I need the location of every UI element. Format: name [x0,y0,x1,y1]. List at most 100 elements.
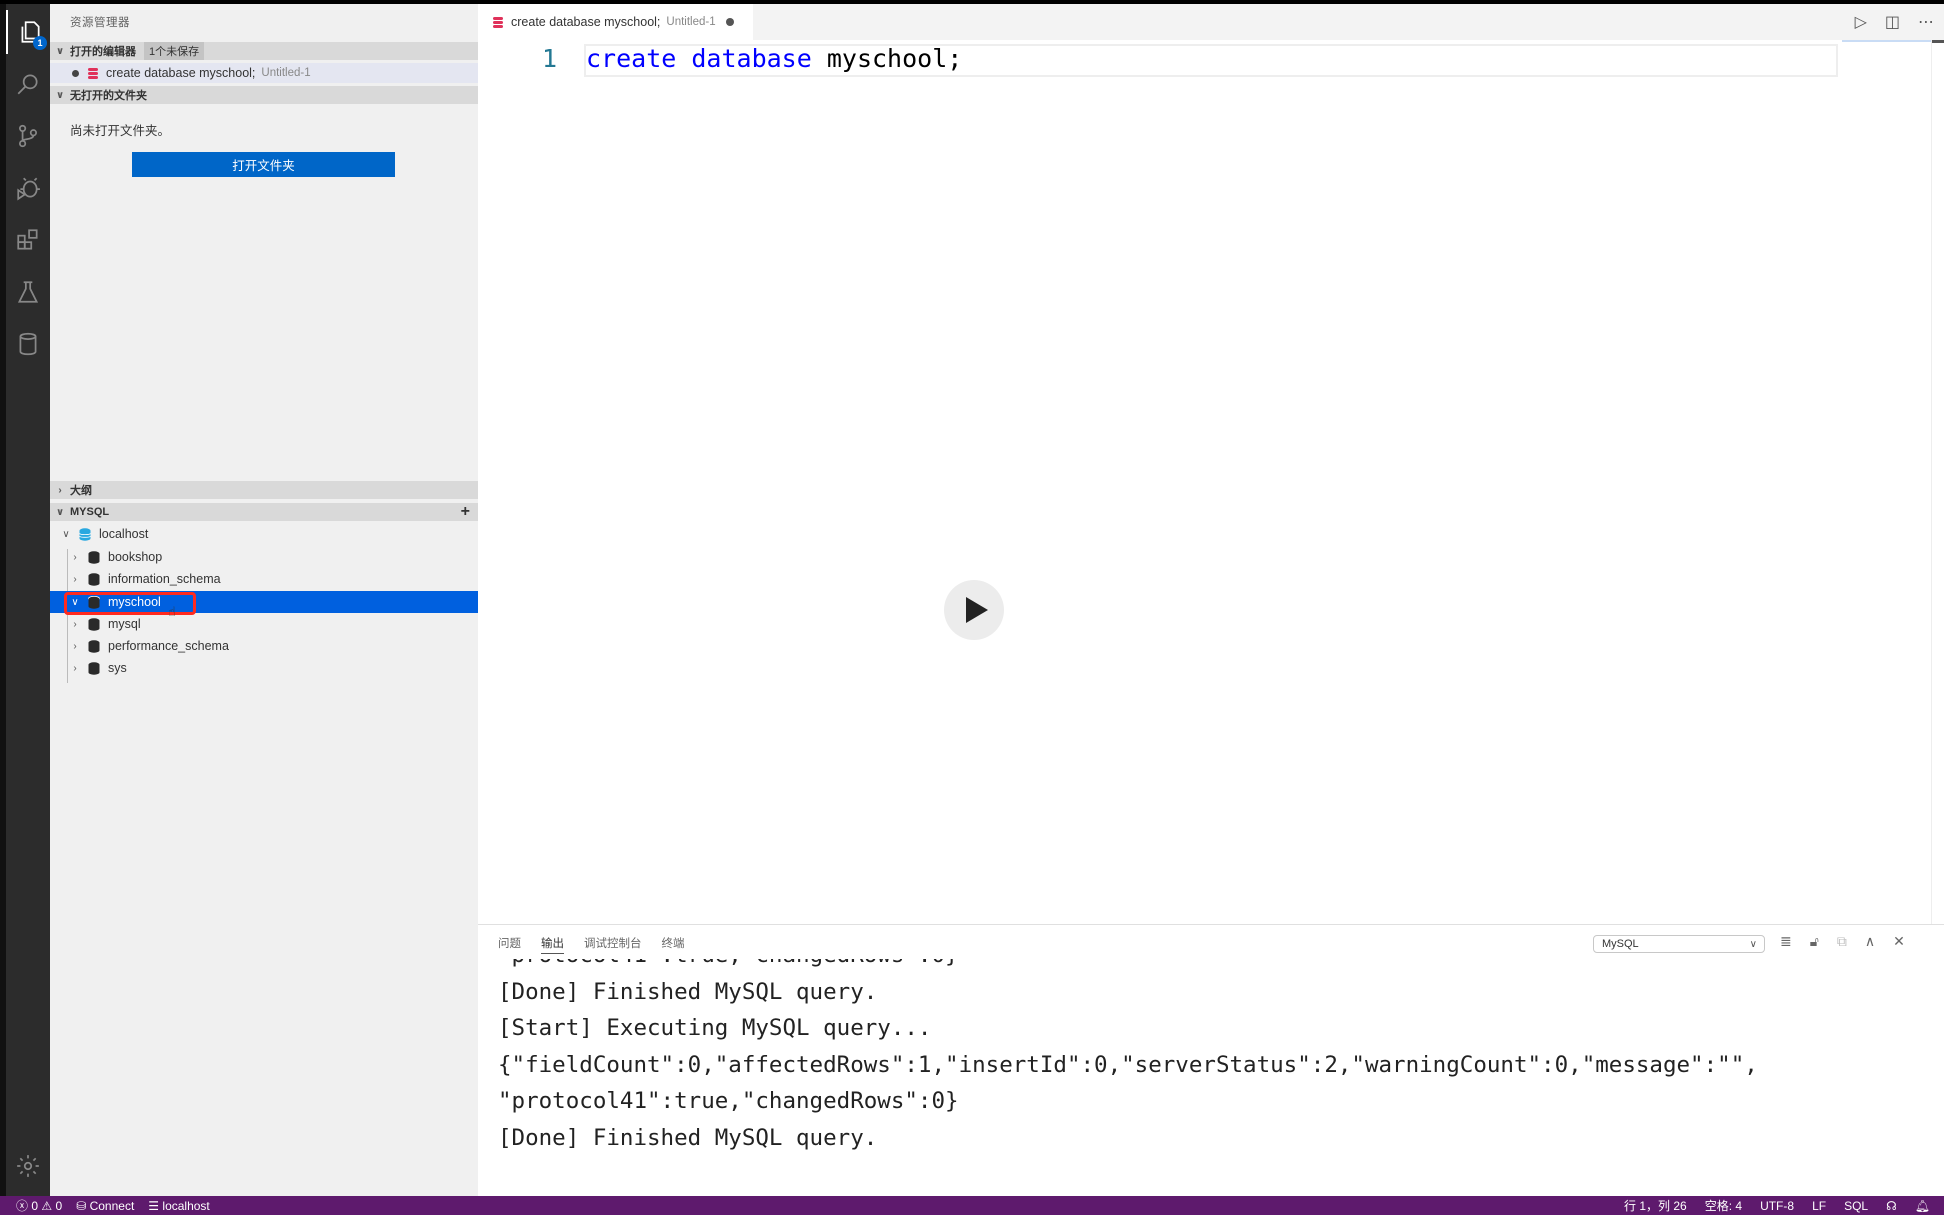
server-icon [79,527,91,541]
activity-extensions[interactable] [6,218,50,262]
output-line: "protocol41":true,"changedRows":0} [498,959,1928,974]
more-actions-icon[interactable]: ⋯ [1918,12,1934,32]
panel-tab-terminal[interactable]: 终端 [662,935,685,954]
open-in-editor-icon[interactable]: ⧉ [1837,933,1847,950]
maximize-panel-icon[interactable]: ∧ [1865,933,1875,950]
output-channel-value: MySQL [1602,938,1639,950]
lock-scroll-icon[interactable]: 🔓︎ [1810,933,1819,950]
code-editor[interactable]: 1 create database myschool; [478,40,1944,924]
tree-db-sys[interactable]: › sys [50,657,496,679]
tab-title: create database myschool; [511,15,661,29]
database-label: sys [108,661,127,675]
output-content[interactable]: "protocol41":true,"changedRows":0} [Done… [498,959,1928,1193]
play-icon [965,597,988,623]
code-line[interactable]: create database myschool; [586,44,962,73]
open-editor-item[interactable]: create database myschool; Untitled-1 [50,63,478,83]
editor-scrollbar[interactable] [1931,40,1944,924]
tree-db-bookshop[interactable]: › bookshop [50,546,496,568]
video-play-button[interactable] [944,580,1004,640]
panel-actions: ≣ 🔓︎ ⧉ ∧ ✕ [1780,933,1905,950]
problems-status[interactable]: ⓧ 0 ⚠ 0 [16,1197,62,1214]
activity-settings[interactable] [6,1144,50,1188]
connect-status[interactable]: ⛁ Connect [76,1199,134,1213]
status-bar: ⓧ 0 ⚠ 0 ⛁ Connect ☰ localhost 行 1，列 26 空… [0,1196,1944,1215]
open-folder-button[interactable]: 打开文件夹 [132,152,395,177]
chevron-right-icon: › [73,662,77,674]
chevron-down-icon: ∨ [1749,938,1757,950]
open-editors-label: 打开的编辑器 [70,46,136,58]
activity-testing[interactable] [6,270,50,314]
unsaved-badge: 1个未保存 [144,42,205,60]
panel-tab-debug-console[interactable]: 调试控制台 [584,935,642,954]
split-editor-icon[interactable]: ◫ [1885,12,1900,32]
database-label: bookshop [108,550,163,564]
bell-icon[interactable]: 🔔︎ [1915,1199,1930,1213]
activity-source-control[interactable] [6,114,50,158]
encoding[interactable]: UTF-8 [1760,1199,1794,1213]
chevron-right-icon: › [73,551,77,563]
open-editors-header[interactable]: ∨ 打开的编辑器 1个未保存 [50,42,478,60]
indentation[interactable]: 空格: 4 [1705,1197,1742,1214]
cursor-position[interactable]: 行 1，列 26 [1624,1197,1687,1214]
activity-debug[interactable] [6,166,50,210]
debug-icon [17,177,40,201]
clear-output-icon[interactable]: ≣ [1780,933,1792,950]
activity-search[interactable] [6,62,50,106]
chevron-right-icon: › [73,640,77,652]
sidebar-title: 资源管理器 [70,17,130,29]
dirty-dot-icon[interactable] [725,18,734,26]
connection-label: localhost [99,527,149,541]
editor-tab[interactable]: create database myschool; Untitled-1 [478,4,753,40]
server-icon: ☰ [148,1198,160,1213]
activity-database[interactable] [6,322,50,366]
no-folder-message: 尚未打开文件夹。 [70,124,171,138]
error-icon: ⓧ [16,1199,29,1213]
output-line: {"fieldCount":0,"affectedRows":1,"insert… [498,1051,1758,1078]
chevron-down-icon: ∨ [55,89,65,101]
scrollbar-thumb[interactable] [1932,40,1944,43]
database-icon [88,572,100,586]
run-icon[interactable]: ▷ [1855,12,1867,32]
dirty-dot-icon[interactable] [72,69,79,77]
add-connection-button[interactable]: + [461,503,470,521]
code-keyword: create [586,44,677,73]
output-line: [Done] Finished MySQL query. [498,1124,878,1151]
chevron-down-icon: ∨ [55,45,65,57]
sql-file-icon [493,16,503,28]
explorer-badge: 1 [33,36,47,50]
activity-explorer[interactable]: 1 [6,10,52,54]
output-panel: 问题 输出 调试控制台 终端 MySQL ∨ ≣ 🔓︎ ⧉ ∧ ✕ "proto… [478,924,1944,1197]
open-editor-description: Untitled-1 [261,67,311,79]
tree-db-performance-schema[interactable]: › performance_schema [50,635,496,657]
close-panel-icon[interactable]: ✕ [1893,933,1905,950]
output-line: "protocol41":true,"changedRows":0} [498,1088,959,1114]
panel-tab-problems[interactable]: 问题 [498,935,521,954]
code-text: myschool; [811,44,963,73]
end-of-line[interactable]: LF [1812,1199,1826,1213]
chevron-down-icon: ∨ [55,506,65,518]
database-icon [88,550,100,564]
no-folder-header[interactable]: ∨ 无打开的文件夹 [50,86,478,104]
extensions-icon [17,229,38,250]
chevron-right-icon: › [58,484,62,496]
tree-connection-localhost[interactable]: ∨ localhost [50,523,487,545]
mysql-header[interactable]: ∨ MYSQL + [50,503,478,521]
active-connection-status[interactable]: ☰ localhost [148,1199,209,1213]
gear-icon [17,1155,39,1177]
outline-label: 大纲 [70,485,92,497]
open-editor-title: create database myschool; [106,66,256,80]
outline-header[interactable]: › 大纲 [50,481,478,499]
language-mode[interactable]: SQL [1844,1199,1868,1213]
chevron-down-icon: ∨ [62,528,70,540]
panel-tabs: 问题 输出 调试控制台 终端 [498,935,685,954]
minimap[interactable] [1842,40,1942,42]
feedback-icon[interactable]: ☊ [1886,1199,1897,1213]
tree-db-mysql[interactable]: › mysql [50,613,496,635]
warning-icon: ⚠ [41,1199,53,1213]
error-count: 0 [31,1199,39,1213]
panel-tab-output[interactable]: 输出 [541,935,564,954]
tree-db-information-schema[interactable]: › information_schema [50,568,496,590]
mysql-label: MYSQL [70,506,110,518]
output-channel-select[interactable]: MySQL ∨ [1593,935,1765,953]
